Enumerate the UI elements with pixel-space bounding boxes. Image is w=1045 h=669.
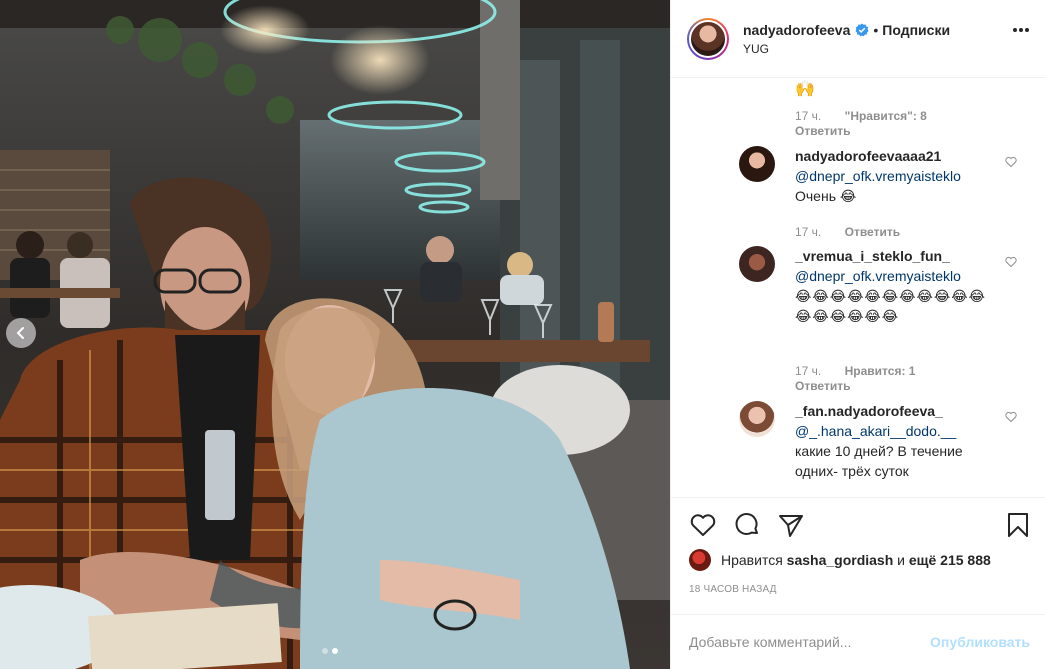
post-actions [671,497,1045,551]
likes-prefix: Нравится [721,552,783,568]
comment-avatar[interactable] [739,401,775,437]
reply-button[interactable]: Ответить [845,225,900,239]
likes-summary: Нравится sasha_gordiash и ещё 215 888 [689,549,991,571]
comment-username[interactable]: nadyadorofeevaaaa21 [795,146,995,166]
comment-text: какие 10 дней? В течение одних- трёх сут… [795,443,963,479]
carousel-indicator [322,648,338,654]
comment-input[interactable] [689,634,931,650]
comment-username[interactable]: _fan.nadyadorofeeva_ [795,401,995,421]
liker-username[interactable]: sasha_gordiash [787,552,894,568]
heart-icon[interactable] [689,511,717,539]
comment-time: 17 ч. [795,225,822,239]
heart-icon[interactable] [1005,256,1017,268]
publish-button[interactable]: Опубликовать [930,634,1030,650]
comment-mention[interactable]: @dnepr_ofk.vremyaisteklo [795,166,995,186]
carousel-dot-1 [322,648,328,654]
previous-photo-button[interactable] [6,318,36,348]
comment-username[interactable]: _vremua_i_steklo_fun_ [795,246,995,266]
post-location[interactable]: YUG [743,42,950,56]
comments-list[interactable]: 🙌 17 ч. "Нравится": 8 Ответить nadyadoro… [671,79,1045,497]
comment-mention[interactable]: @dnepr_ofk.vremyaisteklo [795,266,995,286]
author-avatar[interactable] [687,17,729,60]
comment-time: 17 ч. [795,364,822,378]
post-photo[interactable] [0,0,670,669]
comment-mention[interactable]: @_.hana_akari__dodo.__ [795,421,995,441]
author-username[interactable]: nadyadorofeeva [743,22,850,38]
comment-meta: 17 ч. "Нравится": 8 Ответить [795,109,927,139]
comment-time: 17 ч. [795,109,822,123]
post-header: nadyadorofeeva • Подписки YUG [671,0,1045,78]
comment-text: Очень 😂 [795,188,857,204]
following-button[interactable]: Подписки [882,22,950,38]
likes-count[interactable]: ещё 215 888 [909,552,991,568]
post-timestamp[interactable]: 18 ЧАСОВ НАЗАД [689,584,777,595]
reply-button[interactable]: Ответить [795,379,915,394]
comment-emoji: 🙌 [795,81,815,98]
chevron-left-icon [16,327,24,339]
comment-icon[interactable] [733,511,761,539]
carousel-dot-2 [332,648,338,654]
likes-joiner: и [897,552,905,568]
reply-button[interactable]: Ответить [795,124,927,139]
share-icon[interactable] [777,511,805,539]
photo-illustration [0,0,670,669]
comment-text: 😂😂😂😂😂😂😂😂😂😂😂😂😂😂😂😂😂 [795,288,986,324]
header-separator: • [873,21,879,38]
comment-likes[interactable]: Нравится: 1 [845,364,916,378]
heart-icon[interactable] [1005,411,1017,423]
author-info: nadyadorofeeva • Подписки YUG [743,22,950,56]
comment-meta: 17 ч. Ответить [795,225,900,240]
verified-badge-icon [855,23,869,36]
comment-avatar[interactable] [739,146,775,182]
instagram-post-view: nadyadorofeeva • Подписки YUG 🙌 17 ч. "Н… [0,0,1045,669]
comment-meta: 17 ч. Нравится: 1 Ответить [795,364,915,394]
post-details-panel: nadyadorofeeva • Подписки YUG 🙌 17 ч. "Н… [670,0,1045,669]
more-options-icon[interactable] [1012,27,1030,33]
heart-icon[interactable] [1005,156,1017,168]
comment-likes[interactable]: "Нравится": 8 [845,109,927,123]
add-comment-bar: Опубликовать [671,614,1045,669]
bookmark-icon[interactable] [1004,511,1032,539]
comment-avatar[interactable] [739,246,775,282]
liker-avatar[interactable] [689,549,711,571]
